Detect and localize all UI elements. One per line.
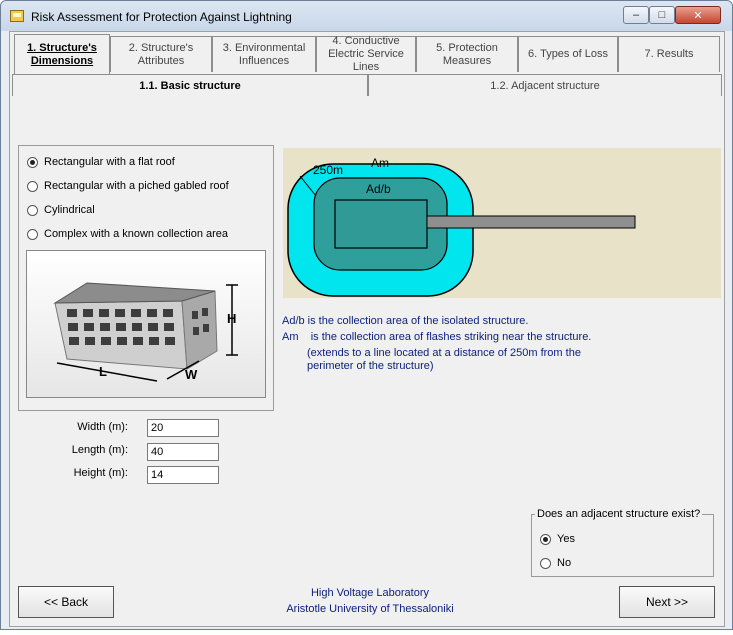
info-line-2: Am is the collection area of flashes str… <box>282 331 592 343</box>
sub-tab-row: 1.1. Basic structure 1.2. Adjacent struc… <box>12 74 722 96</box>
tab-label: 1. Structure's Dimensions <box>27 41 97 67</box>
client-area: 1. Structure's Dimensions 2. Structure's… <box>9 31 725 627</box>
collection-area-svg <box>287 163 636 297</box>
tab-structure-dimensions[interactable]: 1. Structure's Dimensions <box>14 34 110 74</box>
close-button[interactable]: ✕ <box>675 6 721 24</box>
app-window: Risk Assessment for Protection Against L… <box>0 0 733 630</box>
title-bar[interactable]: Risk Assessment for Protection Against L… <box>1 1 732 31</box>
option-label: No <box>557 557 572 569</box>
width-dimension-label: W <box>185 367 198 382</box>
option-label: Cylindrical <box>44 204 95 216</box>
radio-button[interactable] <box>27 156 38 168</box>
footer-lab: High Voltage Laboratory <box>310 587 430 599</box>
info-line-4: perimeter of the structure) <box>307 360 434 372</box>
width-field[interactable]: 20 <box>147 419 219 437</box>
radio-button[interactable] <box>540 557 551 569</box>
option-label: Rectangular with a piched gabled roof <box>44 180 229 192</box>
structure-shape-group: Rectangular with a flat roof Rectangular… <box>18 145 274 411</box>
info-line-3: (extends to a line located at a distance… <box>307 347 581 359</box>
am-label: Am <box>371 156 389 170</box>
option-label: Complex with a known collection area <box>44 228 229 240</box>
height-field[interactable]: 14 <box>147 466 219 484</box>
option-cylindrical[interactable]: Cylindrical <box>27 202 95 218</box>
minimize-icon: – <box>632 9 640 21</box>
window-title: Risk Assessment for Protection Against L… <box>31 10 292 24</box>
length-field[interactable]: 40 <box>147 443 219 461</box>
option-rect-gabled-roof[interactable]: Rectangular with a piched gabled roof <box>27 178 229 194</box>
maximize-button[interactable]: □ <box>649 6 675 24</box>
height-dimension-label: H <box>227 311 237 326</box>
length-label: Length (m): <box>71 444 128 456</box>
radio-button[interactable] <box>27 204 38 216</box>
tab-label: 5. Protection Measures <box>436 41 498 67</box>
next-button[interactable]: Next >> <box>619 586 715 618</box>
tab-label: 3. Environmental Influences <box>222 41 306 67</box>
distance-label: 250m <box>313 163 344 177</box>
info-line-1: Ad/b is the collection area of the isola… <box>282 315 529 327</box>
collection-area-diagram: Am Ad/b 250m <box>283 148 721 298</box>
app-icon <box>10 10 24 22</box>
tab-structure-attributes[interactable]: 2. Structure's Attributes <box>110 36 212 72</box>
radio-button[interactable] <box>27 228 38 240</box>
minimize-button[interactable]: – <box>623 6 649 24</box>
tab-conductive-lines[interactable]: 4. Conductive Electric Service Lines <box>316 35 416 73</box>
length-dimension-label: L <box>99 364 107 379</box>
tab-label: 4. Conductive Electric Service Lines <box>328 35 404 73</box>
tab-types-of-loss[interactable]: 6. Types of Loss <box>518 36 618 72</box>
option-rect-flat-roof[interactable]: Rectangular with a flat roof <box>27 154 175 170</box>
adjacent-yes-option[interactable]: Yes <box>540 531 575 547</box>
adjacent-no-option[interactable]: No <box>540 555 571 571</box>
tab-label: 2. Structure's Attributes <box>128 41 194 67</box>
subtab-basic-structure[interactable]: 1.1. Basic structure <box>12 74 368 96</box>
radio-button[interactable] <box>540 533 551 545</box>
footer-university: Aristotle University of Thessaloniki <box>286 603 454 615</box>
option-label: Rectangular with a flat roof <box>44 156 175 168</box>
adb-label: Ad/b <box>366 182 391 196</box>
tab-protection-measures[interactable]: 5. Protection Measures <box>416 36 518 72</box>
back-button[interactable]: << Back <box>18 586 114 618</box>
tab-label: 7. Results <box>644 48 694 60</box>
main-tab-row: 1. Structure's Dimensions 2. Structure's… <box>12 34 722 74</box>
subtab-adjacent-structure[interactable]: 1.2. Adjacent structure <box>368 74 722 96</box>
adjacent-structure-group: Does an adjacent structure exist? Yes No <box>531 508 714 577</box>
tab-results[interactable]: 7. Results <box>618 36 720 72</box>
option-complex-area[interactable]: Complex with a known collection area <box>27 226 228 242</box>
tab-environmental-influences[interactable]: 3. Environmental Influences <box>212 36 316 72</box>
height-label: Height (m): <box>73 467 128 479</box>
close-icon: ✕ <box>693 9 703 22</box>
tab-label: 6. Types of Loss <box>528 48 608 60</box>
building-illustration: H L W <box>26 250 266 398</box>
maximize-icon: □ <box>658 9 666 21</box>
adjacent-question: Does an adjacent structure exist? <box>535 508 703 520</box>
option-label: Yes <box>557 533 575 545</box>
radio-button[interactable] <box>27 180 38 192</box>
width-label: Width (m): <box>77 421 128 433</box>
